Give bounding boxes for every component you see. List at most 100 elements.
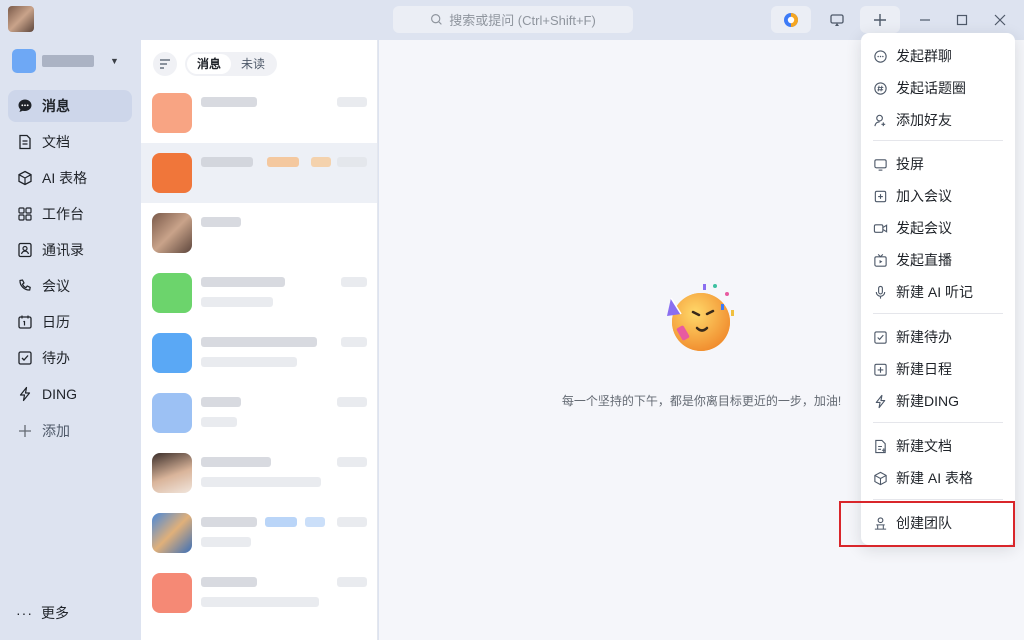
redacted-text bbox=[201, 597, 319, 607]
filter-button[interactable] bbox=[153, 52, 177, 76]
caret-down-icon: ▼ bbox=[110, 56, 119, 66]
calendar-plus-icon bbox=[874, 363, 887, 376]
list-item[interactable] bbox=[141, 383, 377, 443]
redacted-text bbox=[201, 417, 237, 427]
menu-item-label: 发起直播 bbox=[896, 252, 952, 268]
menu-item-start-live[interactable]: 发起直播 bbox=[861, 245, 1015, 275]
sidebar-item-label: DING bbox=[42, 386, 77, 402]
sidebar-item-docs[interactable]: 文档 bbox=[8, 126, 132, 158]
redacted-text bbox=[201, 537, 251, 547]
conversation-avatar bbox=[152, 273, 192, 313]
list-item[interactable] bbox=[141, 143, 377, 203]
sidebar-more-button[interactable]: ··· 更多 bbox=[16, 603, 69, 623]
ai-search-icon bbox=[431, 14, 442, 25]
conversation-avatar bbox=[152, 213, 192, 253]
org-switcher[interactable]: ▼ bbox=[12, 48, 119, 74]
user-avatar[interactable] bbox=[8, 6, 34, 32]
sidebar-item-ai-table[interactable]: AI 表格 bbox=[8, 162, 132, 194]
hashtag-icon bbox=[874, 81, 887, 95]
menu-item-label: 新建 AI 听记 bbox=[896, 284, 974, 300]
redacted-time bbox=[341, 337, 367, 347]
ai-table-cube-icon bbox=[874, 471, 887, 485]
ai-table-cube-icon bbox=[16, 169, 34, 187]
ai-assistant-button[interactable] bbox=[771, 6, 811, 33]
menu-item-add-friend[interactable]: 添加好友 bbox=[861, 105, 1015, 135]
global-search-input[interactable]: 搜索或提问 (Ctrl+Shift+F) bbox=[393, 6, 633, 33]
minimize-button[interactable] bbox=[913, 8, 937, 32]
sidebar-item-label: 日历 bbox=[42, 314, 70, 330]
redacted-text bbox=[201, 397, 241, 407]
menu-item-join-meeting[interactable]: 加入会议 bbox=[861, 181, 1015, 211]
sidebar-item-calendar[interactable]: 日历 bbox=[8, 306, 132, 338]
chat-bubble-icon bbox=[16, 97, 34, 115]
new-document-icon bbox=[875, 439, 886, 453]
document-icon bbox=[16, 133, 34, 151]
redacted-text bbox=[201, 97, 257, 107]
sidebar-item-contacts[interactable]: 通讯录 bbox=[8, 234, 132, 266]
menu-item-label: 新建待办 bbox=[896, 329, 952, 345]
menu-item-new-ai-note[interactable]: 新建 AI 听记 bbox=[861, 277, 1015, 307]
redacted-tag bbox=[311, 157, 331, 167]
redacted-tag bbox=[265, 517, 297, 527]
list-item[interactable] bbox=[141, 563, 377, 623]
menu-item-start-group-chat[interactable]: 发起群聊 bbox=[861, 41, 1015, 71]
menu-item-label: 发起话题圈 bbox=[896, 80, 966, 96]
sidebar-item-label: AI 表格 bbox=[42, 170, 88, 186]
sidebar-item-workbench[interactable]: 工作台 bbox=[8, 198, 132, 230]
tab-unread[interactable]: 未读 bbox=[231, 54, 275, 74]
sidebar-item-label: 会议 bbox=[42, 278, 70, 294]
redacted-time bbox=[337, 517, 367, 527]
menu-divider bbox=[873, 422, 1003, 423]
sidebar-item-todo[interactable]: 待办 bbox=[8, 342, 132, 374]
maximize-button[interactable] bbox=[950, 8, 974, 32]
sidebar-item-meeting[interactable]: 会议 bbox=[8, 270, 132, 302]
todo-check-icon bbox=[874, 330, 887, 344]
list-item[interactable] bbox=[141, 83, 377, 143]
sidebar-item-add[interactable]: 添加 bbox=[8, 415, 132, 447]
group-chat-icon bbox=[874, 49, 887, 63]
menu-item-label: 发起会议 bbox=[896, 220, 952, 236]
menu-item-new-document[interactable]: 新建文档 bbox=[861, 431, 1015, 461]
list-item[interactable] bbox=[141, 503, 377, 563]
redacted-text bbox=[201, 337, 317, 347]
tab-messages[interactable]: 消息 bbox=[187, 54, 232, 74]
list-item[interactable] bbox=[141, 323, 377, 383]
conversation-avatar bbox=[152, 333, 192, 373]
list-item[interactable] bbox=[141, 263, 377, 323]
sidebar-more-label: 更多 bbox=[41, 605, 69, 621]
menu-item-start-topic-circle[interactable]: 发起话题圈 bbox=[861, 73, 1015, 103]
screen-share-button[interactable] bbox=[817, 6, 857, 33]
phone-meeting-icon bbox=[16, 277, 34, 295]
menu-item-screencast[interactable]: 投屏 bbox=[861, 149, 1015, 179]
close-button[interactable] bbox=[988, 8, 1012, 32]
sidebar-item-label: 添加 bbox=[42, 423, 70, 439]
org-avatar bbox=[12, 49, 36, 73]
menu-item-label: 新建DING bbox=[896, 393, 959, 409]
more-dots-icon: ··· bbox=[16, 605, 33, 621]
conversation-avatar bbox=[152, 453, 192, 493]
menu-item-start-meeting[interactable]: 发起会议 bbox=[861, 213, 1015, 243]
menu-item-label: 投屏 bbox=[896, 156, 924, 172]
menu-item-new-ding[interactable]: 新建DING bbox=[861, 386, 1015, 416]
menu-item-new-ai-table[interactable]: 新建 AI 表格 bbox=[861, 463, 1015, 493]
menu-item-new-schedule[interactable]: 新建日程 bbox=[861, 354, 1015, 384]
create-plus-button[interactable] bbox=[860, 6, 900, 33]
menu-item-label: 新建文档 bbox=[896, 438, 952, 454]
menu-item-label: 加入会议 bbox=[896, 188, 952, 204]
microphone-icon bbox=[875, 285, 886, 299]
menu-divider bbox=[873, 140, 1003, 141]
maximize-icon bbox=[956, 14, 968, 26]
sidebar-item-label: 消息 bbox=[42, 98, 70, 114]
sidebar-item-messages[interactable]: 消息 bbox=[8, 90, 132, 122]
list-item[interactable] bbox=[141, 203, 377, 263]
redacted-tag bbox=[305, 517, 325, 527]
sidebar-item-ding[interactable]: DING bbox=[8, 378, 132, 410]
sidebar-item-label: 工作台 bbox=[42, 206, 84, 222]
lightning-icon bbox=[875, 394, 886, 408]
redacted-text bbox=[201, 577, 257, 587]
close-icon bbox=[994, 14, 1006, 26]
menu-item-new-todo[interactable]: 新建待办 bbox=[861, 322, 1015, 352]
conversation-avatar bbox=[152, 513, 192, 553]
create-dropdown-menu: 发起群聊 发起话题圈 添加好友 投屏 加入会议 发起会议 发起直播 新建 AI … bbox=[861, 33, 1015, 545]
list-item[interactable] bbox=[141, 443, 377, 503]
